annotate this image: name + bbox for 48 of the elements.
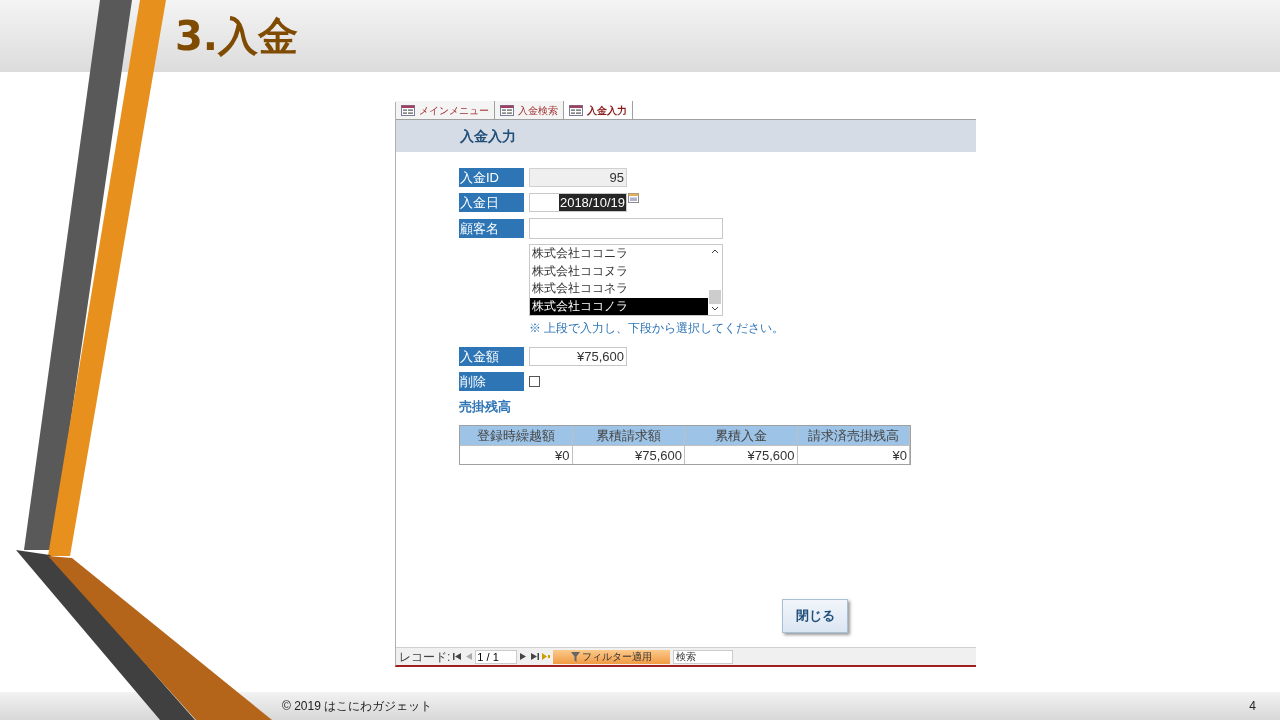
column-header: 登録時繰越額 [460,425,573,445]
field-label: 入金ID [459,168,524,187]
search-field[interactable]: 検索 [673,649,734,664]
selected-text: 2018/10/19 [558,194,626,211]
section-title: 売掛残高 [459,398,512,416]
table-cell: ¥0 [797,444,910,464]
form-icon [401,104,415,116]
form-icon [569,104,583,116]
table-cell: ¥75,600 [572,444,685,464]
field-label: 入金額 [459,347,524,366]
amount-field[interactable]: ¥75,600 [529,347,627,366]
calendar-icon[interactable] [628,193,639,203]
table-cell: ¥0 [460,444,573,464]
scroll-down-icon[interactable] [711,306,719,311]
page-number: 4 [1249,698,1256,715]
footer-text: © 2019 はこにわガジェット [282,698,433,715]
document-tab[interactable]: メインメニュー [396,101,495,119]
close-button[interactable]: 閉じる [782,599,848,633]
scroll-thumb[interactable] [709,290,721,304]
last-record-icon[interactable] [531,653,540,660]
slide-title: 3.入金 [175,12,299,61]
form-title: 入金入力 [460,126,516,146]
filter-button[interactable]: フィルター適用 [553,649,671,664]
field-label: 顧客名 [459,219,524,238]
first-record-icon[interactable] [453,653,462,660]
date-field[interactable]: 2018/10/19 [529,193,627,212]
filter-icon [571,651,581,662]
column-header: 累積入金 [685,425,798,445]
form-icon [500,104,514,116]
column-header: 累積請求額 [572,425,685,445]
list-item[interactable]: 株式会社ココニラ [530,245,708,263]
next-record-icon[interactable] [520,653,529,660]
id-field: 95 [529,168,627,187]
customer-name-field[interactable] [529,218,723,239]
list-item[interactable]: 株式会社ココノラ [530,297,708,315]
document-tab[interactable]: 入金検索 [495,101,564,119]
record-label: レコード: [399,648,451,665]
customer-list[interactable]: 株式会社ココニラ 株式会社ココヌラ 株式会社ココネラ 株式会社ココノラ [529,244,723,316]
column-header: 請求済売掛残高 [797,425,910,445]
record-position-field[interactable]: 1 / 1 [475,649,518,664]
table-cell: ¥75,600 [685,444,798,464]
list-item[interactable]: 株式会社ココヌラ [530,262,708,280]
scroll-up-icon[interactable] [711,249,719,254]
list-item[interactable]: 株式会社ココネラ [530,280,708,298]
hint-text: ※ 上段で入力し、下段から選択してください。 [529,320,786,337]
delete-checkbox[interactable] [529,376,540,387]
field-label: 削除 [459,372,524,391]
field-label: 入金日 [459,193,524,212]
